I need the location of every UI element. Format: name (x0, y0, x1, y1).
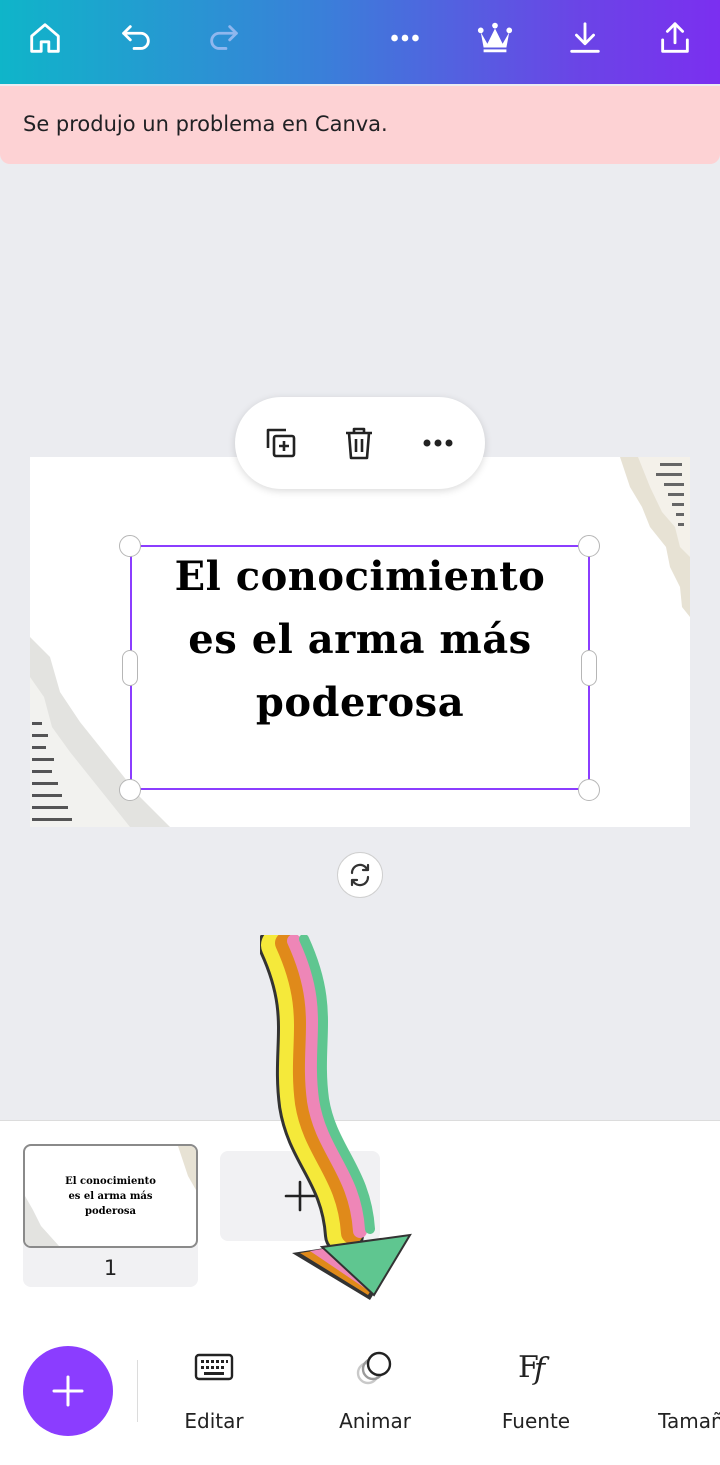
more-options-button[interactable] (381, 14, 429, 62)
animate-icon (315, 1345, 435, 1389)
home-icon (30, 23, 60, 53)
error-alert: Se produjo un problema en Canva. (0, 86, 720, 164)
trash-icon (346, 427, 372, 460)
thumbnail-line: poderosa (84, 1206, 137, 1217)
tool-font[interactable]: Ff Fuente (476, 1345, 596, 1445)
resize-handle-bottom-left[interactable] (119, 779, 141, 801)
font-icon: Ff (476, 1345, 596, 1389)
resize-handle-bottom-right[interactable] (578, 779, 600, 801)
thumbnail-text: El conocimiento es el arma más poderosa (25, 1174, 196, 1219)
tool-edit[interactable]: Editar (154, 1345, 274, 1445)
torn-newspaper-corner-top-right (620, 457, 690, 617)
download-icon (570, 22, 600, 53)
element-floating-toolbar (235, 397, 485, 489)
tool-font-label: Fuente (501, 1409, 571, 1433)
home-button[interactable] (21, 14, 69, 62)
share-button[interactable] (651, 14, 699, 62)
resize-handle-top-left[interactable] (119, 535, 141, 557)
resize-handle-right[interactable] (581, 650, 597, 686)
plus-icon (52, 1375, 84, 1407)
tool-text-size-label: Tamaño (658, 1409, 720, 1433)
share-icon (661, 22, 689, 53)
rainbow-arrow-sticker (260, 935, 412, 1300)
tool-animate[interactable]: Animar (315, 1345, 435, 1445)
delete-button[interactable] (337, 421, 381, 465)
undo-icon (122, 25, 150, 50)
duplicate-button[interactable] (259, 421, 303, 465)
redo-button[interactable] (200, 14, 248, 62)
resize-handle-left[interactable] (122, 650, 138, 686)
more-dots-icon (423, 439, 453, 447)
tool-animate-label: Animar (339, 1409, 411, 1433)
resize-handle-top-right[interactable] (578, 535, 600, 557)
tool-edit-label: Editar (184, 1409, 244, 1433)
thumbnail-line: es el arma más (68, 1191, 153, 1202)
crown-icon (477, 22, 513, 53)
page-thumbnail[interactable]: El conocimiento es el arma más poderosa (23, 1144, 198, 1248)
element-more-button[interactable] (416, 421, 460, 465)
top-toolbar (0, 0, 720, 84)
text-size-icon: AA (637, 1345, 720, 1389)
undo-button[interactable] (112, 14, 160, 62)
redo-icon (210, 25, 238, 50)
add-element-button[interactable] (23, 1346, 113, 1436)
page-number: 1 (103, 1256, 118, 1280)
svg-text:f: f (532, 1352, 550, 1387)
selection-frame (130, 545, 590, 790)
tool-text-size[interactable]: AA Tamaño (637, 1345, 720, 1445)
rotate-icon (350, 863, 370, 887)
keyboard-icon (154, 1345, 274, 1389)
duplicate-icon (266, 428, 296, 458)
download-button[interactable] (561, 14, 609, 62)
premium-button[interactable] (471, 14, 519, 62)
toolbar-divider (137, 1360, 138, 1422)
thumbnail-line: El conocimiento (65, 1176, 156, 1187)
more-dots-icon (391, 34, 419, 42)
rotate-button[interactable] (337, 852, 383, 898)
alert-message: Se produjo un problema en Canva. (23, 112, 388, 136)
